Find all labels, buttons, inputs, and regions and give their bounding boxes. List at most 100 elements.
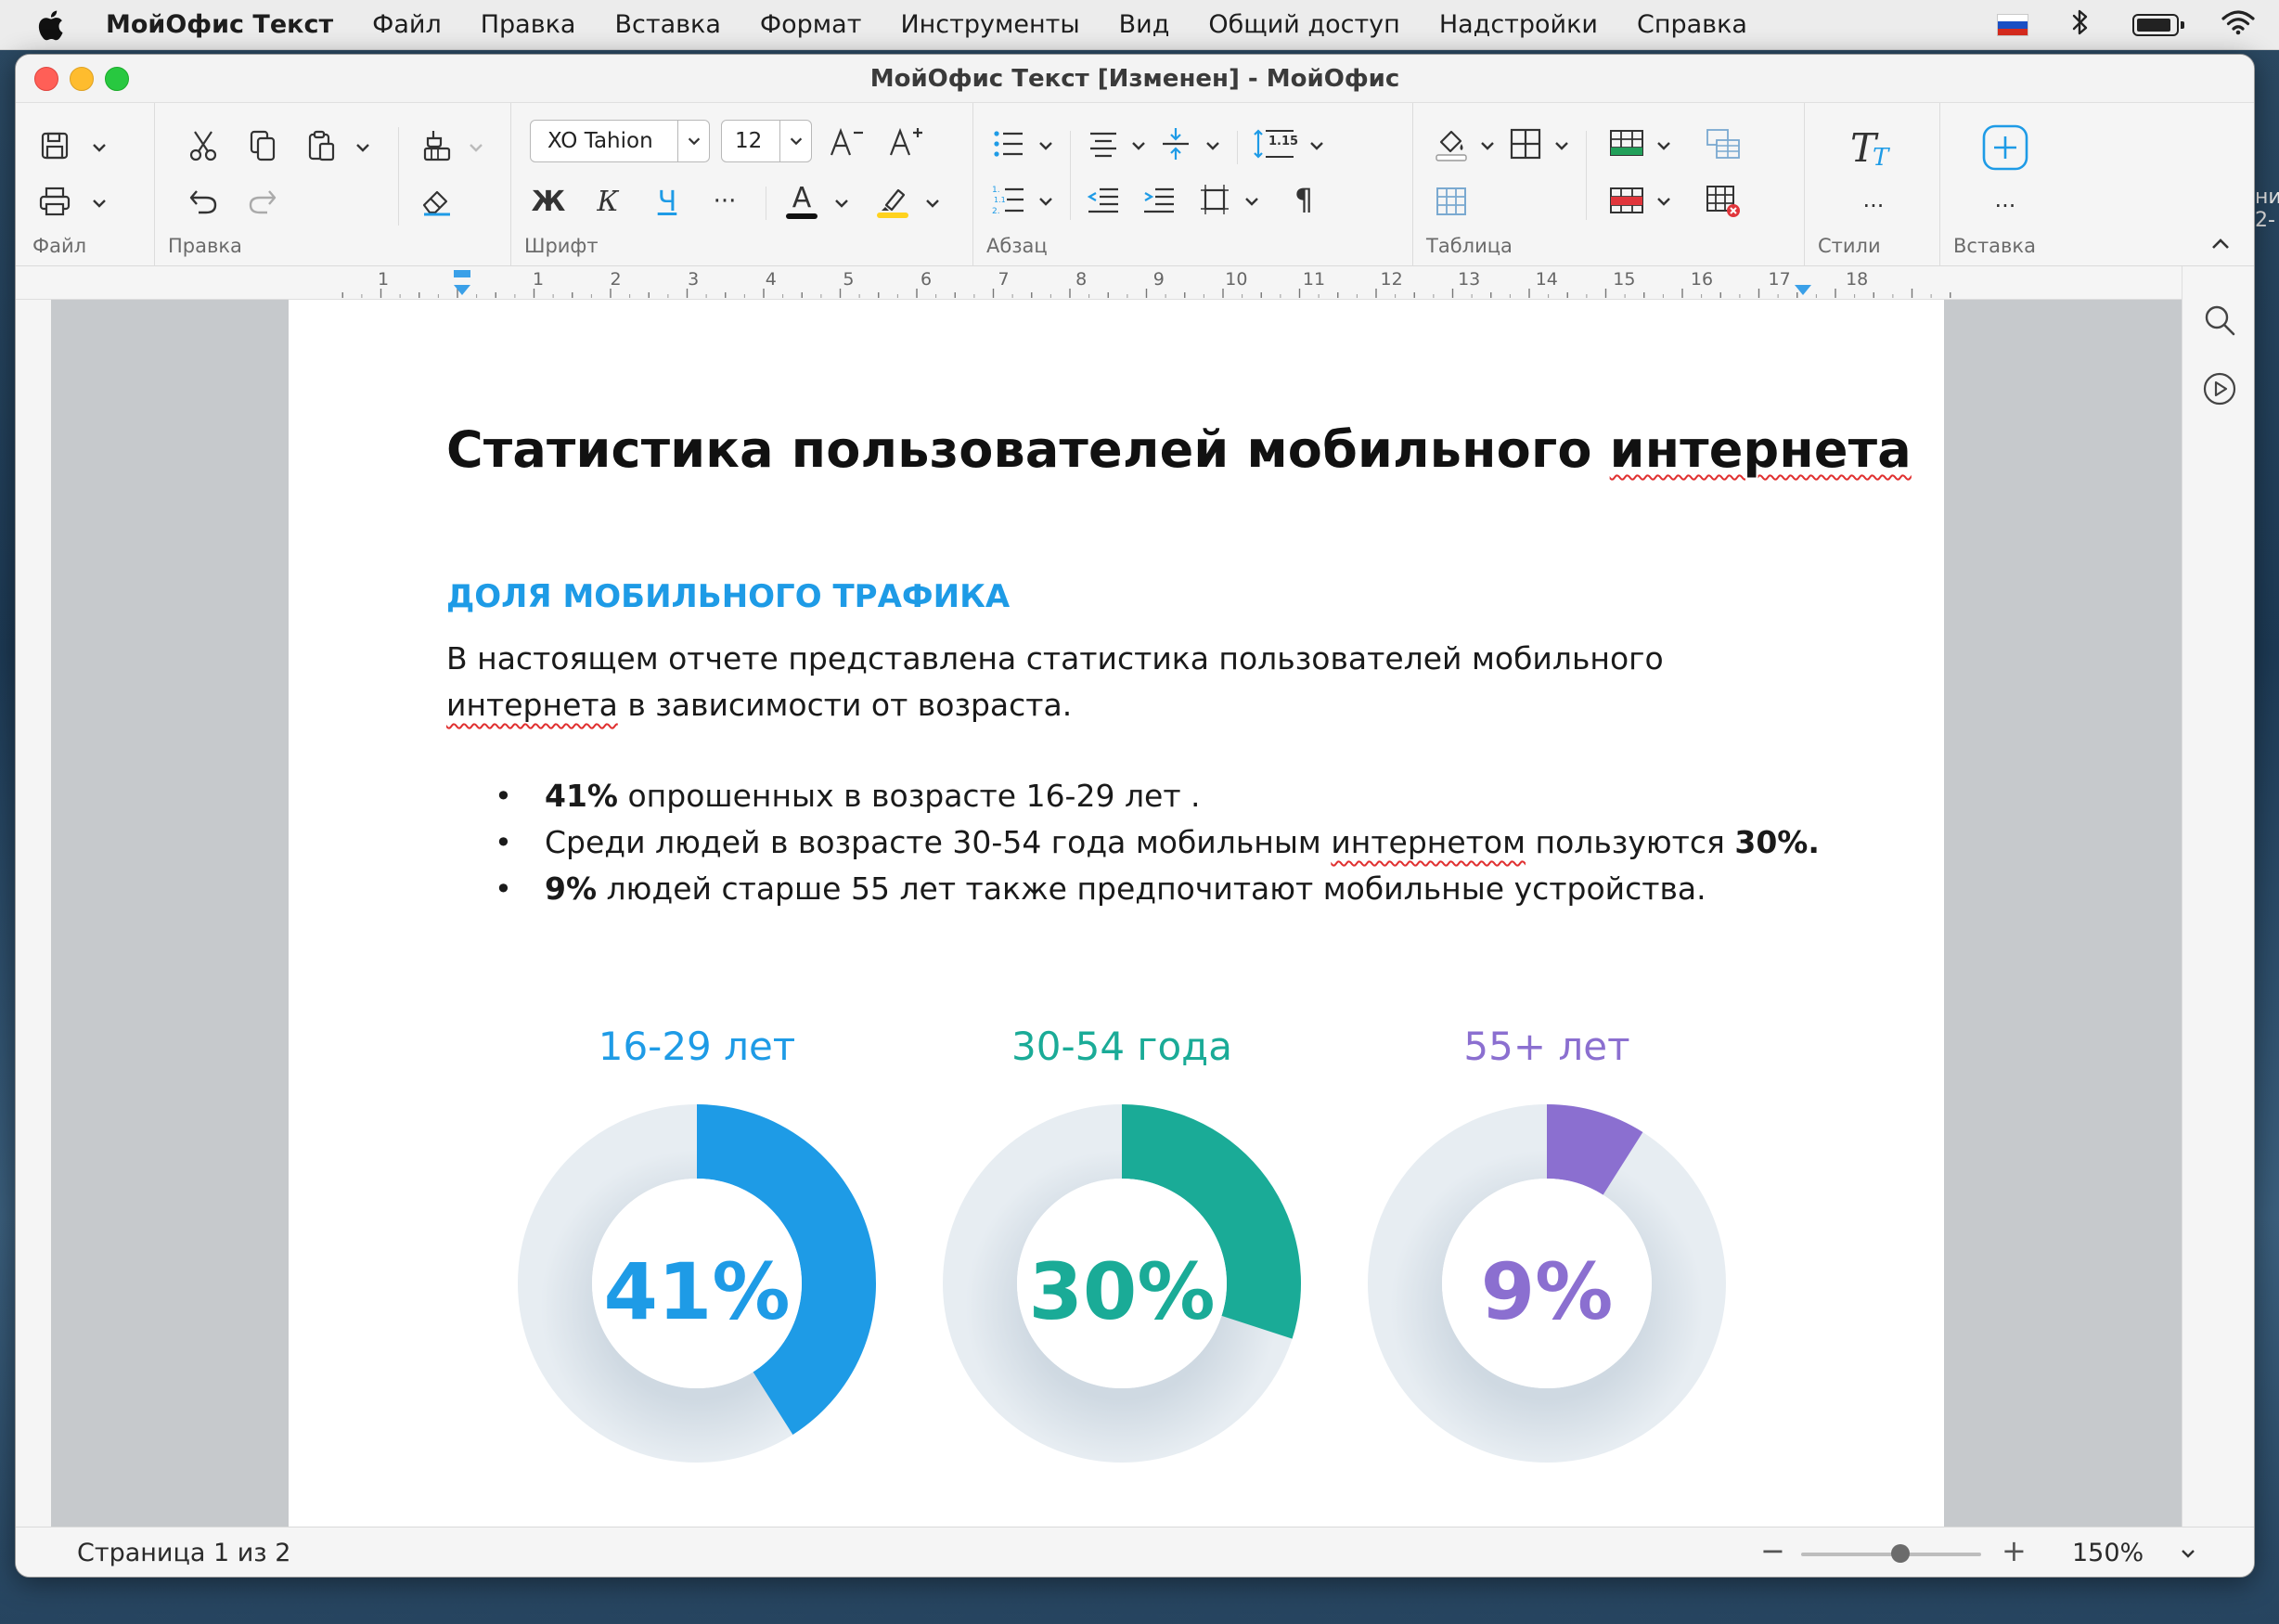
merge-cells-button[interactable] [1703,123,1744,164]
more-font-options-button[interactable]: ··· [706,181,743,222]
collapse-ribbon-chevron-up-icon[interactable] [2209,235,2232,253]
insert-more-button[interactable]: ··· [1985,192,2026,220]
zoom-out-button[interactable]: − [1760,1533,1785,1568]
bullet-item[interactable]: 41% опрошенных в возрасте 16-29 лет . [446,773,1801,819]
save-dropdown-chevron-icon[interactable] [90,138,109,157]
menu-tools[interactable]: Инструменты [900,10,1079,39]
highlight-color-chevron-icon[interactable] [923,194,942,213]
paste-dropdown-chevron-icon[interactable] [354,138,372,157]
decrease-font-size-button[interactable] [827,122,869,162]
delete-table-button[interactable] [1703,181,1744,222]
bullet-list-chevron-icon[interactable] [1036,136,1055,155]
font-size-dropdown-button[interactable] [779,121,811,161]
section-heading[interactable]: ДОЛЯ МОБИЛЬНОГО ТРАФИКА [446,578,1010,615]
donut-chart-30-54[interactable]: 30-54 года 30% [936,1024,1307,1506]
paragraph-spacing-chevron-icon[interactable] [1243,192,1261,211]
italic-button[interactable]: К [589,181,626,222]
print-button[interactable] [36,183,73,220]
first-line-indent-marker[interactable] [454,270,470,277]
font-size-combobox[interactable]: 12 [721,120,812,162]
align-chevron-icon[interactable] [1129,136,1148,155]
menu-addons[interactable]: Надстройки [1439,10,1598,39]
increase-indent-button[interactable] [1140,181,1178,218]
decrease-indent-button[interactable] [1085,181,1122,218]
font-color-button[interactable]: A [780,177,823,226]
app-menu[interactable]: МойОфис Текст [106,10,333,39]
intro-misspelled-word[interactable]: интернета [446,687,618,723]
document-canvas[interactable]: Статистика пользователей мобильного инте… [51,300,2182,1527]
document-title-misspelled-word[interactable]: интернета [1610,420,1912,479]
delete-row-button[interactable] [1606,181,1647,222]
highlight-color-button[interactable] [871,177,914,226]
zoom-slider-thumb[interactable] [1890,1544,1910,1563]
font-name-dropdown-button[interactable] [677,121,709,161]
paste-button[interactable] [303,127,341,164]
window-close-button[interactable] [34,67,58,91]
vertical-align-button[interactable] [1157,123,1194,164]
window-zoom-button[interactable] [105,67,129,91]
insert-row-chevron-icon[interactable] [1655,136,1673,155]
font-color-chevron-icon[interactable] [832,194,851,213]
format-painter-button[interactable] [418,127,456,164]
cut-button[interactable] [185,127,222,164]
bold-button[interactable]: Ж [530,181,567,222]
search-button[interactable] [2199,300,2240,341]
window-minimize-button[interactable] [70,67,94,91]
bullet-item[interactable]: 9% людей старше 55 лет также предпочитаю… [446,866,1801,912]
menu-view[interactable]: Вид [1119,10,1170,39]
presentation-button[interactable] [2199,368,2240,409]
zoom-level[interactable]: 150% [2072,1539,2144,1567]
align-button[interactable] [1085,125,1122,162]
horizontal-ruler[interactable]: 1 1 2 3 4 5 6 7 8 9 10 11 12 13 14 15 16 17 18 [16,266,2182,300]
donut-chart-55-plus[interactable]: 55+ лет 9% [1361,1024,1732,1506]
bullet-item[interactable]: Среди людей в возрасте 30-54 года мобиль… [446,819,1820,866]
numbered-list-button[interactable]: 1. 1.1 2. [990,181,1027,218]
menu-format[interactable]: Формат [760,10,862,39]
menu-edit[interactable]: Правка [481,10,576,39]
menu-file[interactable]: Файл [372,10,442,39]
redo-button[interactable] [244,183,281,220]
menu-help[interactable]: Справка [1637,10,1747,39]
document-title[interactable]: Статистика пользователей мобильного инте… [446,420,1912,479]
print-dropdown-chevron-icon[interactable] [90,194,109,213]
vertical-align-chevron-icon[interactable] [1204,136,1222,155]
line-spacing-chevron-icon[interactable] [1307,136,1326,155]
save-button[interactable] [36,127,73,164]
zoom-in-button[interactable]: + [2002,1533,2027,1568]
insert-button[interactable] [1979,122,2031,174]
undo-button[interactable] [185,183,222,220]
numbered-list-chevron-icon[interactable] [1036,192,1055,211]
styles-button[interactable]: TT [1848,122,1899,174]
battery-icon[interactable] [2132,14,2184,36]
copy-button[interactable] [244,127,281,164]
increase-font-size-button[interactable] [886,122,929,162]
underline-button[interactable]: Ч [649,181,686,222]
window-titlebar[interactable]: МойОфис Текст [Изменен] - МойОфис [16,55,2254,103]
cell-fill-chevron-icon[interactable] [1478,136,1497,155]
intro-paragraph[interactable]: В настоящем отчете представлена статисти… [446,636,1801,728]
clear-format-button[interactable] [418,183,456,220]
document-page[interactable]: Статистика пользователей мобильного инте… [289,300,1944,1527]
input-source-flag-icon[interactable] [1997,14,2028,36]
line-spacing-button[interactable]: 1.15 [1252,123,1298,164]
insert-row-button[interactable] [1606,123,1647,164]
styles-more-button[interactable]: ··· [1853,192,1894,220]
paragraph-spacing-button[interactable] [1196,181,1233,218]
left-indent-marker[interactable] [454,285,470,295]
format-painter-chevron-icon[interactable] [467,138,485,157]
apple-logo-icon[interactable] [32,9,69,41]
font-name-combobox[interactable]: XO Tahion [530,120,710,162]
table-properties-button[interactable] [1432,181,1471,222]
cell-fill-button[interactable] [1432,123,1471,164]
bullet-misspelled-word[interactable]: интернетом [1331,824,1526,860]
delete-row-chevron-icon[interactable] [1655,192,1673,211]
bullet-list-button[interactable] [990,125,1027,162]
zoom-dropdown-chevron-icon[interactable] [2178,1544,2198,1563]
bluetooth-icon[interactable] [2071,7,2090,44]
wifi-icon[interactable] [2221,9,2255,42]
borders-chevron-icon[interactable] [1552,136,1571,155]
donut-chart-16-29[interactable]: 16-29 лет 41% [511,1024,882,1506]
show-nonprinting-button[interactable]: ¶ [1285,181,1322,218]
menu-insert[interactable]: Вставка [614,10,720,39]
borders-button[interactable] [1506,123,1545,164]
